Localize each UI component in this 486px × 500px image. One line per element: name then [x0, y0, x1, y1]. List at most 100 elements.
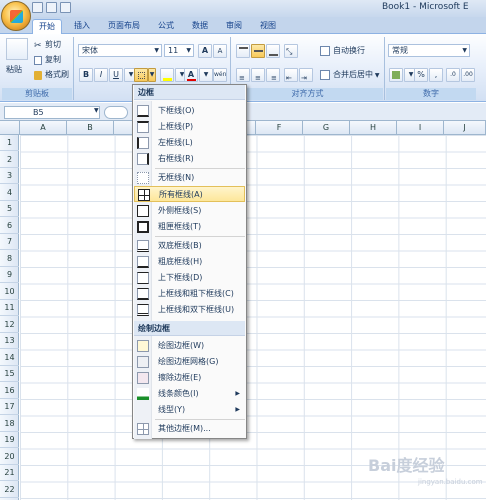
currency-button[interactable]	[389, 68, 403, 82]
tab-formulas[interactable]: 公式	[152, 19, 180, 34]
orientation-button[interactable]: ⤡	[284, 44, 298, 58]
row-header[interactable]: 21	[0, 465, 19, 481]
row-header[interactable]: 8	[0, 251, 19, 267]
align-bottom-button[interactable]	[266, 44, 280, 58]
menu-item-line-style[interactable]: 线型(Y) ▶	[134, 402, 245, 418]
format-painter-button[interactable]: 格式刷	[32, 68, 70, 82]
row-header[interactable]: 19	[0, 432, 19, 448]
row-header[interactable]: 7	[0, 234, 19, 250]
font-size-select[interactable]: 11 ▼	[164, 44, 194, 57]
menu-item-top-double-bottom-border[interactable]: 上框线和双下框线(U)	[134, 302, 245, 318]
select-all-corner[interactable]	[0, 121, 20, 135]
tab-data[interactable]: 数据	[186, 19, 214, 34]
menu-item-thick-bottom-border[interactable]: 粗底框线(H)	[134, 254, 245, 270]
tab-insert[interactable]: 插入	[68, 19, 96, 34]
menu-item-top-border[interactable]: 上框线(P)	[134, 119, 245, 135]
column-header[interactable]: H	[350, 121, 397, 135]
paste-button[interactable]: 粘贴	[6, 64, 22, 75]
row-header[interactable]: 4	[0, 185, 19, 201]
save-icon[interactable]	[32, 2, 43, 13]
menu-item-line-color[interactable]: 线条颜色(I) ▶	[134, 386, 245, 402]
redo-icon[interactable]	[60, 2, 71, 13]
tab-home[interactable]: 开始	[32, 19, 62, 34]
row-header[interactable]: 17	[0, 399, 19, 415]
row-header[interactable]: 20	[0, 449, 19, 465]
menu-item-top-thick-bottom-border[interactable]: 上框线和粗下框线(C)	[134, 286, 245, 302]
grow-font-button[interactable]: A	[198, 44, 212, 58]
clipboard-icon[interactable]	[6, 38, 28, 60]
menu-item-thick-box-border[interactable]: 粗匣框线(T)	[134, 219, 245, 235]
align-top-button[interactable]	[236, 44, 250, 58]
row-header[interactable]: 6	[0, 218, 19, 234]
number-format-select[interactable]: 常规 ▼	[388, 44, 470, 57]
menu-item-bottom-border[interactable]: 下框线(O)	[134, 103, 245, 119]
align-center-button[interactable]: ≡	[251, 68, 265, 82]
row-header[interactable]: 10	[0, 284, 19, 300]
menu-item-right-border[interactable]: 右框线(R)	[134, 151, 245, 167]
font-color-button[interactable]: A	[184, 68, 198, 82]
phonetic-button[interactable]: wén	[213, 68, 227, 82]
row-header[interactable]: 15	[0, 366, 19, 382]
align-left-button[interactable]: ≡	[236, 68, 250, 82]
row-header[interactable]: 3	[0, 168, 19, 184]
number-group-label: 数字	[386, 88, 476, 100]
menu-item-no-border[interactable]: 无框线(N)	[134, 170, 245, 186]
row-header[interactable]: 16	[0, 383, 19, 399]
increase-indent-button[interactable]: ⇥	[299, 68, 313, 82]
comma-button[interactable]: ,	[429, 68, 443, 82]
font-color-dropdown[interactable]: ▼	[199, 68, 213, 82]
name-box-dropdown-icon[interactable]: ▼	[94, 107, 99, 114]
row-header[interactable]: 13	[0, 333, 19, 349]
menu-item-draw-border-grid[interactable]: 绘图边框网格(G)	[134, 354, 245, 370]
cut-button[interactable]: ✂ 剪切	[32, 38, 62, 52]
decrease-indent-button[interactable]: ⇤	[284, 68, 298, 82]
menu-item-all-borders[interactable]: 所有框线(A)	[134, 186, 245, 202]
column-header[interactable]: F	[256, 121, 303, 135]
italic-button[interactable]: I	[94, 68, 108, 82]
row-header[interactable]: 14	[0, 350, 19, 366]
name-box[interactable]: B5	[4, 106, 100, 119]
column-header[interactable]: B	[67, 121, 114, 135]
row-header[interactable]: 9	[0, 267, 19, 283]
borders-dropdown[interactable]: ▼	[148, 68, 156, 82]
formula-expand-handle[interactable]	[104, 106, 128, 119]
menu-item-more-borders[interactable]: 其他边框(M)...	[134, 421, 245, 437]
menu-item-draw-border[interactable]: 绘图边框(W)	[134, 338, 245, 354]
undo-icon[interactable]	[46, 2, 57, 13]
row-header[interactable]: 22	[0, 482, 19, 498]
column-header[interactable]: G	[303, 121, 350, 135]
menu-item-bottom-double-border[interactable]: 双底框线(B)	[134, 238, 245, 254]
worksheet-grid[interactable]	[20, 135, 486, 500]
row-header[interactable]: 2	[0, 152, 19, 168]
copy-button[interactable]: 复制	[32, 53, 62, 67]
increase-decimal-button[interactable]: .0	[446, 68, 460, 82]
row-header[interactable]: 1	[0, 135, 19, 151]
row-header[interactable]: 5	[0, 201, 19, 217]
tab-review[interactable]: 审阅	[220, 19, 248, 34]
menu-item-left-border[interactable]: 左框线(L)	[134, 135, 245, 151]
borders-button[interactable]	[134, 68, 148, 82]
menu-item-erase-border[interactable]: 擦除边框(E)	[134, 370, 245, 386]
align-right-button[interactable]: ≡	[266, 68, 280, 82]
decrease-decimal-button[interactable]: .00	[461, 68, 475, 82]
align-middle-button[interactable]	[251, 44, 265, 58]
row-header[interactable]: 18	[0, 416, 19, 432]
font-name-select[interactable]: 宋体 ▼	[78, 44, 162, 57]
fill-color-button[interactable]	[160, 68, 174, 82]
column-header[interactable]: I	[397, 121, 444, 135]
bold-button[interactable]: B	[79, 68, 93, 82]
underline-button[interactable]: U	[109, 68, 123, 82]
office-button[interactable]	[1, 1, 31, 31]
row-header[interactable]: 12	[0, 317, 19, 333]
tab-view[interactable]: 视图	[254, 19, 282, 34]
percent-button[interactable]: %	[414, 68, 428, 82]
tab-page-layout[interactable]: 页面布局	[102, 19, 146, 34]
menu-item-top-and-bottom-border[interactable]: 上下框线(D)	[134, 270, 245, 286]
merge-center-button[interactable]: 合并后居中 ▼	[318, 68, 381, 82]
column-header[interactable]: A	[20, 121, 67, 135]
menu-item-outside-borders[interactable]: 外侧框线(S)	[134, 203, 245, 219]
wrap-text-button[interactable]: 自动换行	[318, 44, 366, 58]
shrink-font-button[interactable]: A	[213, 44, 227, 58]
row-header[interactable]: 11	[0, 300, 19, 316]
column-header[interactable]: J	[444, 121, 486, 135]
